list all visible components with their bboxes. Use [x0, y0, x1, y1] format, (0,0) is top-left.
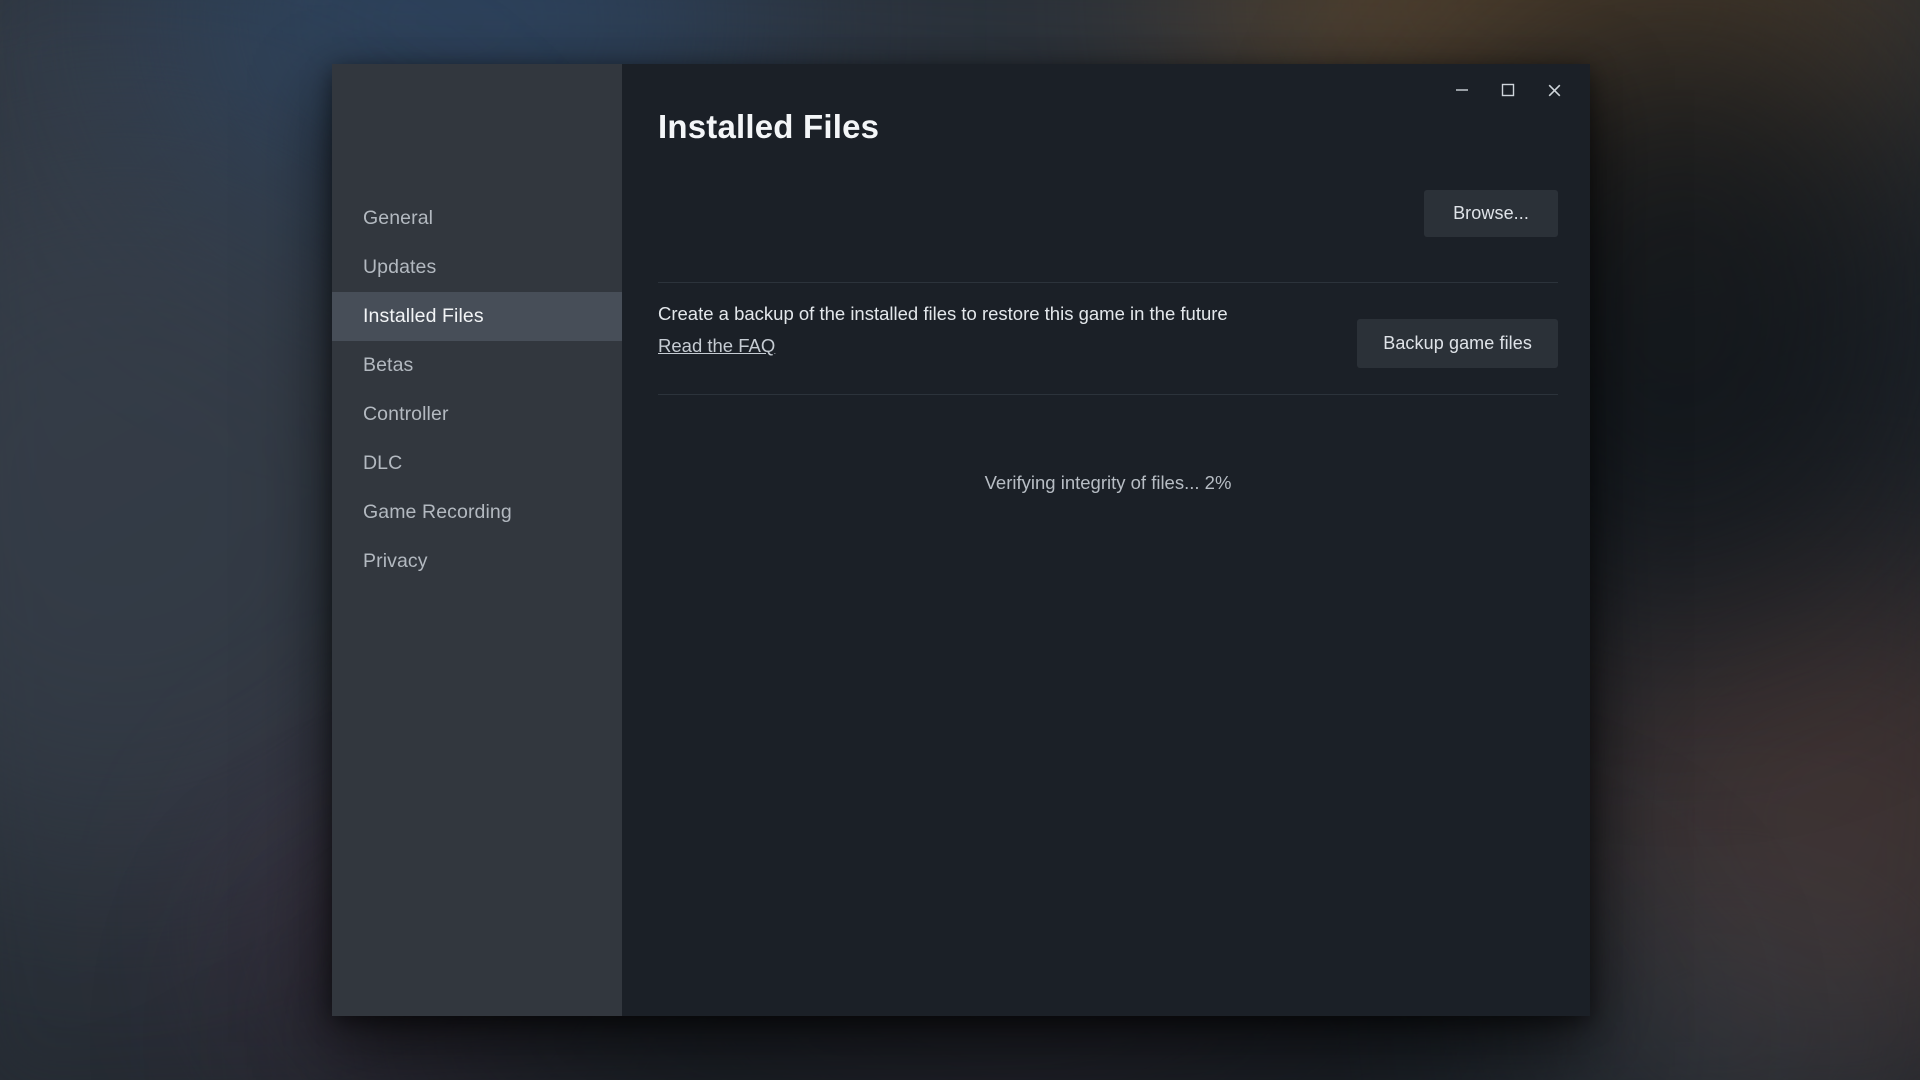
sidebar-item-betas[interactable]: Betas — [332, 341, 622, 390]
backup-game-files-button[interactable]: Backup game files — [1357, 319, 1558, 368]
browse-button[interactable]: Browse... — [1424, 190, 1558, 237]
backup-text-block: Create a backup of the installed files t… — [658, 301, 1228, 357]
sidebar-item-dlc[interactable]: DLC — [332, 439, 622, 488]
sidebar-item-label: DLC — [363, 452, 403, 474]
sidebar-item-label: Installed Files — [363, 305, 484, 327]
sidebar-item-general[interactable]: General — [332, 194, 622, 243]
sidebar-item-label: Updates — [363, 256, 437, 278]
backup-description: Create a backup of the installed files t… — [658, 303, 1228, 324]
divider-bottom — [658, 394, 1558, 395]
maximize-icon[interactable] — [1485, 67, 1531, 113]
sidebar-item-controller[interactable]: Controller — [332, 390, 622, 439]
sidebar-item-installed-files[interactable]: Installed Files — [332, 292, 622, 341]
browse-row: Browse... — [658, 190, 1558, 237]
divider-top — [658, 282, 1558, 283]
sidebar-item-label: Controller — [363, 403, 449, 425]
game-properties-window: General Updates Installed Files Betas Co… — [332, 64, 1590, 1016]
sidebar-item-label: Privacy — [363, 550, 428, 572]
settings-sidebar: General Updates Installed Files Betas Co… — [332, 64, 622, 1016]
sidebar-item-privacy[interactable]: Privacy — [332, 537, 622, 586]
minimize-icon[interactable] — [1439, 67, 1485, 113]
sidebar-item-game-recording[interactable]: Game Recording — [332, 488, 622, 537]
sidebar-item-label: Betas — [363, 354, 414, 376]
settings-content-pane: Installed Files Browse... Create a backu… — [622, 64, 1590, 1016]
page-title: Installed Files — [658, 108, 880, 145]
backup-faq-link[interactable]: Read the FAQ — [658, 335, 775, 357]
window-controls — [1439, 64, 1577, 116]
close-icon[interactable] — [1531, 67, 1577, 113]
sidebar-item-updates[interactable]: Updates — [332, 243, 622, 292]
backup-section: Create a backup of the installed files t… — [658, 301, 1558, 368]
verify-status-text: Verifying integrity of files... 2% — [984, 472, 1232, 493]
sidebar-item-label: Game Recording — [363, 501, 512, 523]
sidebar-item-label: General — [363, 207, 434, 229]
